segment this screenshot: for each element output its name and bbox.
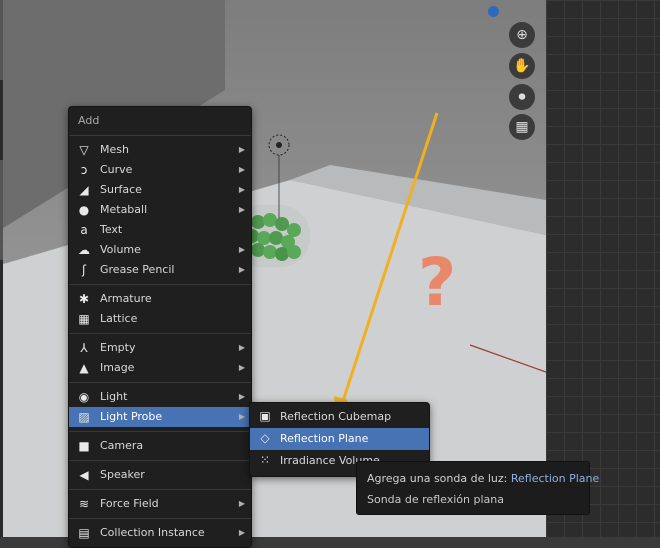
lattice-icon: ▦ [78, 312, 90, 326]
menu-separator [69, 382, 251, 383]
toolbar-tab[interactable] [0, 160, 3, 260]
menu-item-label: Light Probe [100, 410, 163, 423]
pan-button[interactable]: ✋ [509, 53, 535, 79]
collection-icon: ▤ [78, 526, 90, 540]
tooltip-line-2: Sonda de reflexión plana [367, 493, 504, 506]
perspective-toggle-button[interactable]: ▦ [509, 114, 535, 140]
menu-item-surface[interactable]: ◢ Surface ▶ [69, 180, 251, 200]
camera-view-button[interactable]: ⏺ [509, 84, 535, 110]
reflection-cubemap-icon: ▣ [259, 409, 271, 423]
zoom-icon: ⊕ [516, 27, 528, 43]
menu-item-label: Curve [100, 163, 133, 176]
menu-item-label: Text [100, 223, 123, 236]
menu-item-label: Image [100, 361, 135, 374]
menu-item-camera[interactable]: ■ Camera [69, 436, 251, 456]
empty-icon: ⅄ [80, 341, 88, 355]
irradiance-volume-icon: ⁙ [259, 453, 271, 467]
submenu-arrow-icon: ▶ [238, 392, 245, 401]
image-icon: ▲ [79, 361, 89, 375]
menu-item-lattice[interactable]: ▦ Lattice [69, 309, 251, 329]
toolbar-tab[interactable] [0, 0, 3, 80]
add-menu-title: Add [69, 107, 251, 136]
menu-item-curve[interactable]: ↄ Curve ▶ [69, 160, 251, 180]
menu-item-light-probe[interactable]: ▨ Light Probe ▶ [69, 407, 251, 427]
submenu-arrow-icon: ▶ [238, 412, 245, 421]
camera-icon: ■ [78, 439, 90, 453]
menu-item-armature[interactable]: ✱ Armature [69, 289, 251, 309]
viewport-grid-floor [546, 0, 660, 537]
mesh-icon: ▽ [79, 143, 89, 157]
menu-item-light[interactable]: ◉ Light ▶ [69, 387, 251, 407]
menu-item-label: Grease Pencil [100, 263, 175, 276]
menu-separator [69, 333, 251, 334]
menu-item-collection-instance[interactable]: ▤ Collection Instance ▶ [69, 523, 251, 543]
menu-item-label: Armature [100, 292, 152, 305]
speaker-icon: ◀ [79, 468, 89, 482]
menu-item-reflection-plane[interactable]: ◇ Reflection Plane [250, 428, 429, 450]
tooltip-line-1: Agrega una sonda de luz: Reflection Plan… [367, 472, 599, 485]
menu-separator [69, 460, 251, 461]
light-icon: ◉ [78, 390, 90, 404]
question-mark-annotation: ? [418, 244, 457, 321]
metaball-icon: ● [78, 203, 90, 217]
menu-item-metaball[interactable]: ● Metaball ▶ [69, 200, 251, 220]
submenu-arrow-icon: ▶ [238, 165, 245, 174]
navigation-axis-z[interactable] [488, 6, 499, 17]
menu-separator [69, 518, 251, 519]
reflection-plane-icon: ◇ [260, 431, 270, 445]
menu-item-label: Mesh [100, 143, 129, 156]
add-menu-body: ▽ Mesh ▶ ↄ Curve ▶ ◢ Surface ▶ ● Metaball ▶ a Text ☁ Vo… [69, 136, 251, 543]
menu-item-text[interactable]: a Text [69, 220, 251, 240]
menu-item-force-field[interactable]: ≋ Force Field ▶ [69, 494, 251, 514]
menu-item-label: Surface [100, 183, 142, 196]
light-probe-icon: ▨ [78, 410, 90, 424]
menu-item-label: Reflection Plane [280, 432, 369, 445]
menu-item-label: Force Field [100, 497, 159, 510]
tooltip-description: Agrega una sonda de luz: [367, 472, 508, 485]
menu-item-empty[interactable]: ⅄ Empty ▶ [69, 338, 251, 358]
menu-item-label: Lattice [100, 312, 138, 325]
menu-item-grease-pencil[interactable]: ʃ Grease Pencil ▶ [69, 260, 251, 280]
submenu-arrow-icon: ▶ [238, 185, 245, 194]
menu-separator [69, 489, 251, 490]
text-icon: a [80, 223, 88, 237]
curve-icon: ↄ [80, 163, 88, 177]
viewport-left-edge [0, 0, 3, 537]
menu-item-label: Volume [100, 243, 141, 256]
menu-item-label: Camera [100, 439, 144, 452]
menu-item-reflection-cubemap[interactable]: ▣ Reflection Cubemap [250, 406, 429, 428]
menu-separator [69, 431, 251, 432]
submenu-arrow-icon: ▶ [238, 528, 245, 537]
surface-icon: ◢ [79, 183, 89, 197]
submenu-arrow-icon: ▶ [238, 343, 245, 352]
submenu-arrow-icon: ▶ [238, 499, 245, 508]
tooltip: Agrega una sonda de luz: Reflection Plan… [356, 461, 599, 515]
menu-item-label: Collection Instance [100, 526, 205, 539]
submenu-arrow-icon: ▶ [238, 245, 245, 254]
menu-item-label: Light [100, 390, 128, 403]
menu-item-label: Reflection Cubemap [280, 410, 392, 423]
menu-item-label: Metaball [100, 203, 148, 216]
force-field-icon: ≋ [78, 497, 90, 511]
add-menu: Add ▽ Mesh ▶ ↄ Curve ▶ ◢ Surface ▶ ● Metaball ▶ a Tex… [68, 106, 252, 548]
menu-item-label: Empty [100, 341, 136, 354]
tooltip-operator-name: Reflection Plane [510, 472, 600, 485]
menu-item-label: Speaker [100, 468, 145, 481]
menu-item-image[interactable]: ▲ Image ▶ [69, 358, 251, 378]
volume-icon: ☁ [78, 243, 90, 257]
grid-icon: ▦ [515, 119, 529, 135]
menu-item-speaker[interactable]: ◀ Speaker [69, 465, 251, 485]
menu-separator [69, 284, 251, 285]
menu-item-mesh[interactable]: ▽ Mesh ▶ [69, 140, 251, 160]
submenu-arrow-icon: ▶ [238, 205, 245, 214]
submenu-arrow-icon: ▶ [238, 265, 245, 274]
hand-icon: ✋ [513, 58, 531, 74]
camera-icon: ⏺ [518, 89, 526, 105]
zoom-button[interactable]: ⊕ [509, 22, 535, 48]
menu-item-volume[interactable]: ☁ Volume ▶ [69, 240, 251, 260]
armature-icon: ✱ [78, 292, 90, 306]
submenu-arrow-icon: ▶ [238, 363, 245, 372]
grease-pencil-icon: ʃ [81, 263, 87, 277]
submenu-arrow-icon: ▶ [238, 145, 245, 154]
